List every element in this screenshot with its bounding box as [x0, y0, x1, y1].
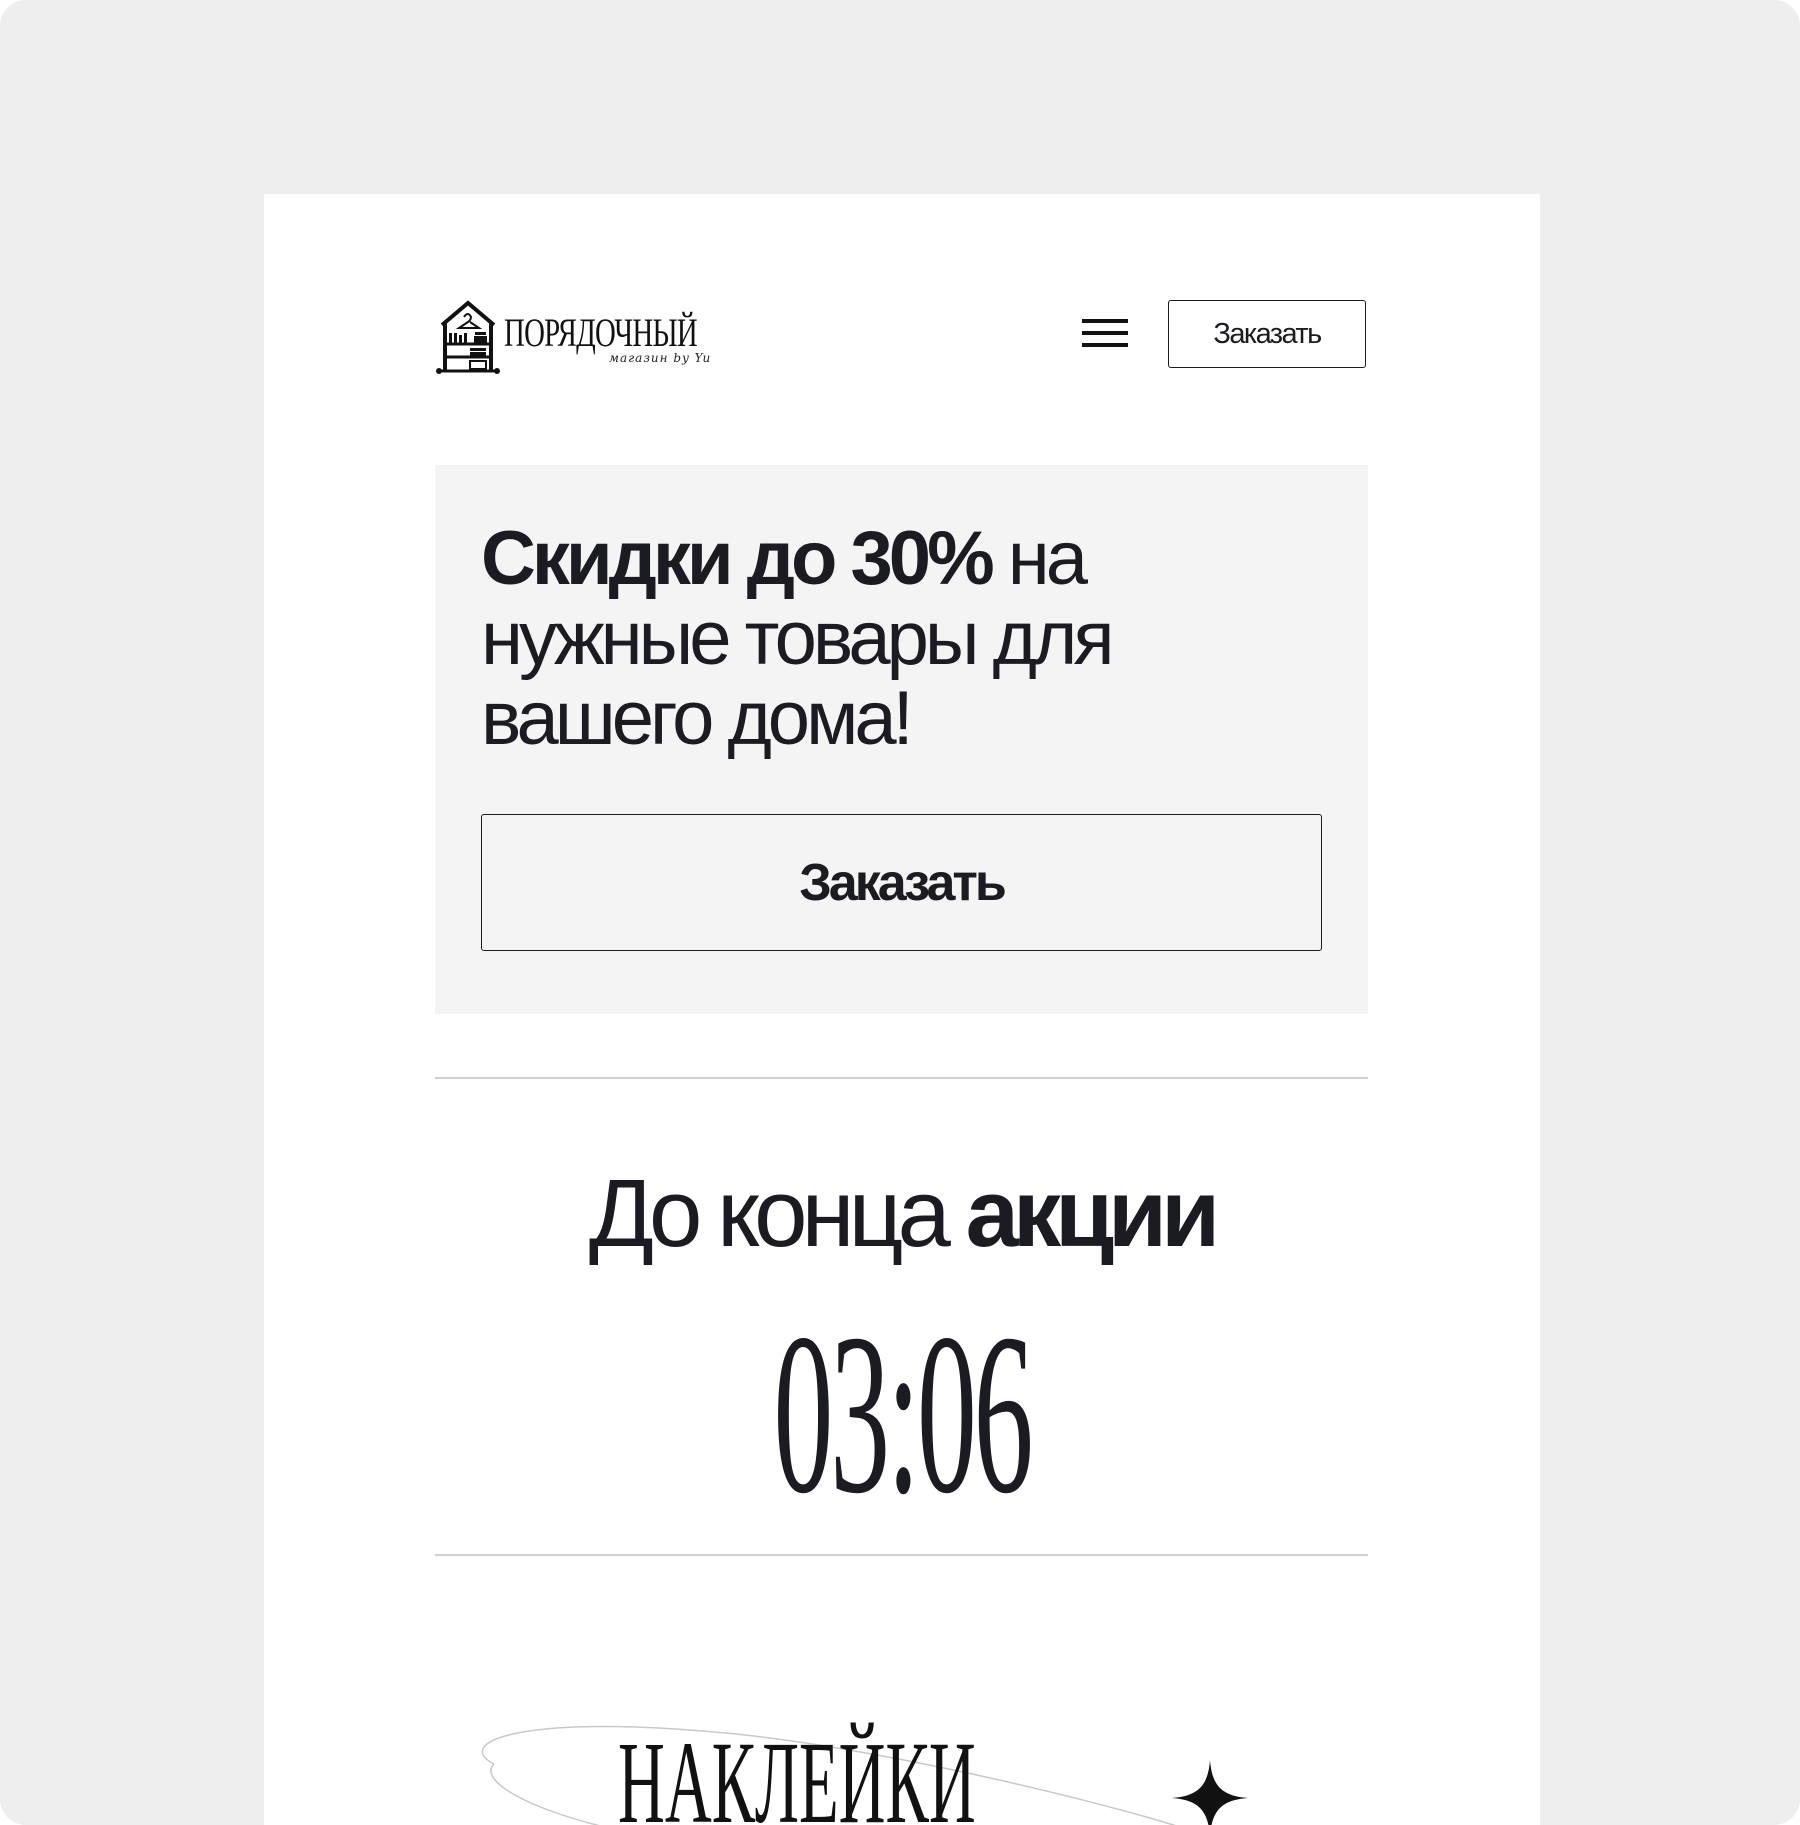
stickers-title: НАКЛЕЙКИ	[618, 1717, 976, 1825]
hamburger-menu-icon[interactable]	[1082, 319, 1130, 355]
sparkle-icon	[1172, 1760, 1248, 1825]
logo-subtitle: магазин by Yu	[609, 351, 712, 365]
section-divider	[435, 1077, 1368, 1079]
brand-logo[interactable]: ПОРЯДОЧНЫЙ магазин by Yu	[434, 291, 714, 381]
section-divider	[435, 1554, 1368, 1556]
device-frame: ПОРЯДОЧНЫЙ магазин by Yu Заказать Скидки…	[0, 0, 1800, 1825]
house-shelf-icon	[436, 300, 500, 374]
promo-order-button[interactable]: Заказать	[481, 814, 1322, 951]
promo-banner: Скидки до 30% на нужные товары для вашег…	[435, 465, 1368, 1014]
header-order-button[interactable]: Заказать	[1168, 300, 1366, 368]
logo-title: ПОРЯДОЧНЫЙ	[504, 310, 698, 355]
countdown-label: До конца акции	[435, 1159, 1368, 1269]
countdown-label-bold: акции	[965, 1160, 1220, 1267]
stickers-heading: НАКЛЕЙКИ	[454, 1724, 1214, 1825]
countdown-label-regular: До конца	[588, 1160, 966, 1267]
promo-headline-bold: Скидки до 30%	[481, 516, 995, 601]
page-viewport: ПОРЯДОЧНЫЙ магазин by Yu Заказать Скидки…	[264, 194, 1540, 1825]
promo-headline: Скидки до 30% на нужные товары для вашег…	[481, 519, 1331, 759]
countdown-value: 03:06	[773, 1286, 1033, 1541]
countdown-timer: 03:06	[435, 1299, 1368, 1529]
